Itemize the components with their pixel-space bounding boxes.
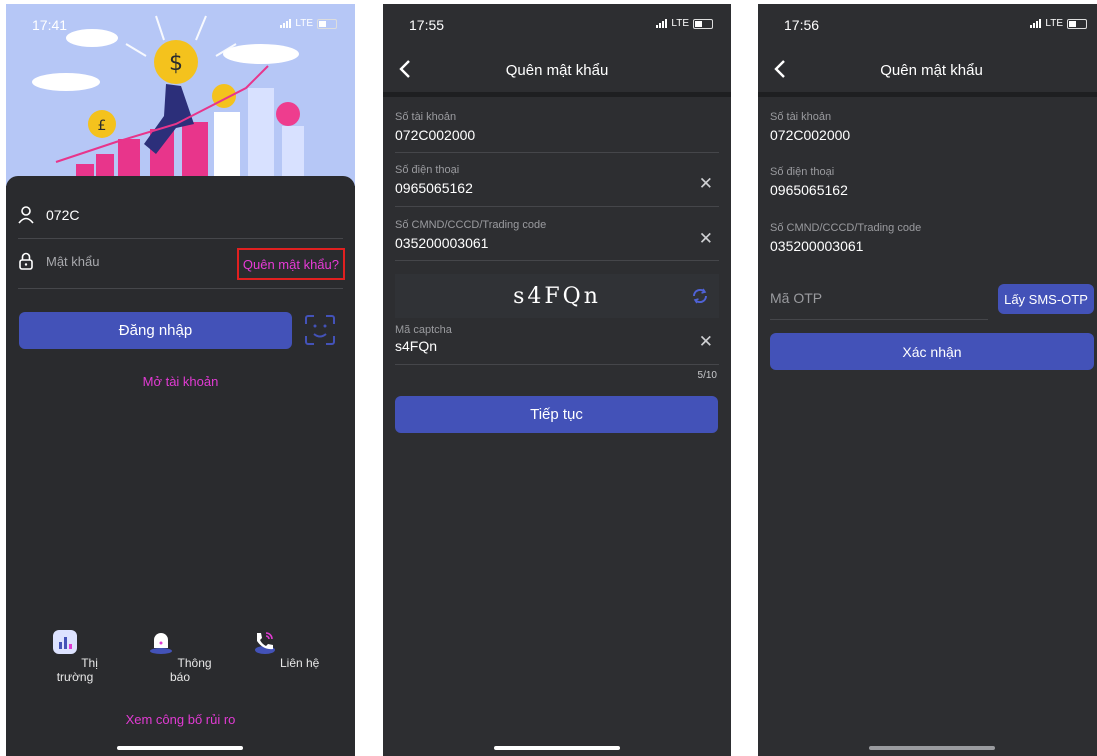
divider <box>770 319 988 320</box>
phone-number-value: 0965065162 <box>770 182 848 198</box>
home-indicator <box>117 746 243 750</box>
network-indicator: LTE <box>280 18 337 29</box>
captcha-character-counter: 5/10 <box>697 370 717 381</box>
nav-bar: Quên mật khẩu <box>383 46 731 94</box>
network-type: LTE <box>295 18 313 29</box>
divider <box>395 206 719 207</box>
tab-notifications-label: Thông báo <box>169 656 212 684</box>
captcha-input[interactable]: Mã captcha s4FQn ✕ <box>395 324 717 354</box>
refresh-captcha-icon[interactable] <box>691 287 709 305</box>
home-indicator <box>869 746 995 750</box>
notification-bell-icon <box>150 633 173 654</box>
divider <box>395 364 719 365</box>
battery-icon <box>1067 18 1087 29</box>
page-title: Quên mật khẩu <box>880 61 983 79</box>
divider <box>758 92 1097 97</box>
tab-contact-label: Liên hệ <box>279 656 320 670</box>
password-placeholder: Mật khẩu <box>46 253 100 269</box>
phone-number-label: Số điện thoại <box>395 164 460 176</box>
lock-icon <box>19 252 33 270</box>
contact-phone-icon <box>254 632 275 654</box>
user-icon <box>18 206 34 224</box>
id-number-label: Số CMND/CCCD/Trading code <box>395 219 547 231</box>
otp-input[interactable]: Mã OTP <box>770 290 822 306</box>
svg-text:£: £ <box>98 118 107 134</box>
status-bar: 17:41 LTE <box>6 4 355 44</box>
login-button[interactable]: Đăng nhập <box>19 312 292 349</box>
account-number-label: Số tài khoản <box>395 111 457 123</box>
status-time: 17:55 <box>409 17 445 33</box>
market-icon <box>53 630 78 654</box>
divider <box>383 92 731 97</box>
risk-disclosure-link[interactable]: Xem công bố rủi ro <box>6 712 355 727</box>
face-id-icon[interactable] <box>304 314 336 346</box>
tab-market[interactable]: Thị trường <box>40 629 110 684</box>
battery-icon <box>317 18 337 29</box>
forgot-password-step1-screen: 17:55 LTE Quên mật khẩu Số tài khoản 072… <box>383 4 731 756</box>
clear-phone-icon[interactable]: ✕ <box>699 174 713 194</box>
phone-number-field[interactable]: Số điện thoại 0965065162 <box>770 166 1091 198</box>
account-number-field[interactable]: Số tài khoản 072C002000 <box>395 111 717 143</box>
signal-icon <box>1030 19 1042 28</box>
account-value: 072C <box>46 207 80 223</box>
divider <box>18 238 343 239</box>
phone-number-value: 0965065162 <box>395 180 473 196</box>
svg-text:$: $ <box>169 51 183 76</box>
confirm-button[interactable]: Xác nhận <box>770 333 1094 370</box>
clear-id-icon[interactable]: ✕ <box>699 229 713 249</box>
battery-icon <box>693 18 713 29</box>
id-number-value: 035200003061 <box>395 235 489 251</box>
divider <box>18 288 343 289</box>
id-number-value: 035200003061 <box>770 238 864 254</box>
id-number-field[interactable]: Số CMND/CCCD/Trading code 035200003061 <box>770 222 1091 254</box>
network-type: LTE <box>671 18 689 29</box>
id-number-label: Số CMND/CCCD/Trading code <box>770 222 922 234</box>
status-bar: 17:55 LTE <box>383 4 731 44</box>
forgot-password-step2-screen: 17:56 LTE Quên mật khẩu Số tài khoản 072… <box>758 4 1097 756</box>
account-number-field[interactable]: Số tài khoản 072C002000 <box>770 111 1091 143</box>
back-chevron-icon[interactable] <box>395 58 417 80</box>
back-chevron-icon[interactable] <box>770 58 792 80</box>
open-account-link[interactable]: Mở tài khoản <box>6 374 355 389</box>
home-indicator <box>494 746 620 750</box>
captcha-label: Mã captcha <box>395 324 452 336</box>
tab-notifications[interactable]: Thông báo <box>145 629 215 684</box>
divider <box>395 152 719 153</box>
status-time: 17:56 <box>784 17 820 33</box>
nav-bar: Quên mật khẩu <box>758 46 1097 94</box>
captcha-image: s4FQn <box>395 274 719 318</box>
page-title: Quên mật khẩu <box>505 61 609 79</box>
clear-captcha-icon[interactable]: ✕ <box>699 332 713 352</box>
phone-number-field[interactable]: Số điện thoại 0965065162 ✕ <box>395 164 717 196</box>
login-screen: $ £ 17:41 LTE 072C Mật khẩu Đăng nhập Mở… <box>6 4 355 756</box>
tab-contact[interactable]: Liên hệ <box>250 629 320 670</box>
id-number-field[interactable]: Số CMND/CCCD/Trading code 035200003061 ✕ <box>395 219 717 251</box>
network-indicator: LTE <box>1030 18 1087 29</box>
account-field[interactable]: 072C <box>18 206 345 224</box>
account-number-label: Số tài khoản <box>770 111 832 123</box>
network-type: LTE <box>1045 18 1063 29</box>
status-bar: 17:56 LTE <box>758 4 1097 44</box>
continue-button[interactable]: Tiếp tục <box>395 396 718 433</box>
forgot-password-link[interactable]: Quên mật khẩu? <box>236 248 345 280</box>
account-number-value: 072C002000 <box>395 127 476 143</box>
phone-number-label: Số điện thoại <box>770 166 835 178</box>
signal-icon <box>656 19 668 28</box>
account-number-value: 072C002000 <box>770 127 851 143</box>
status-time: 17:41 <box>32 17 68 33</box>
captcha-value: s4FQn <box>395 338 438 354</box>
signal-icon <box>280 19 292 28</box>
divider <box>395 260 719 261</box>
network-indicator: LTE <box>656 18 713 29</box>
get-sms-otp-button[interactable]: Lấy SMS-OTP <box>998 284 1094 314</box>
tab-market-label: Thị trường <box>56 656 98 684</box>
